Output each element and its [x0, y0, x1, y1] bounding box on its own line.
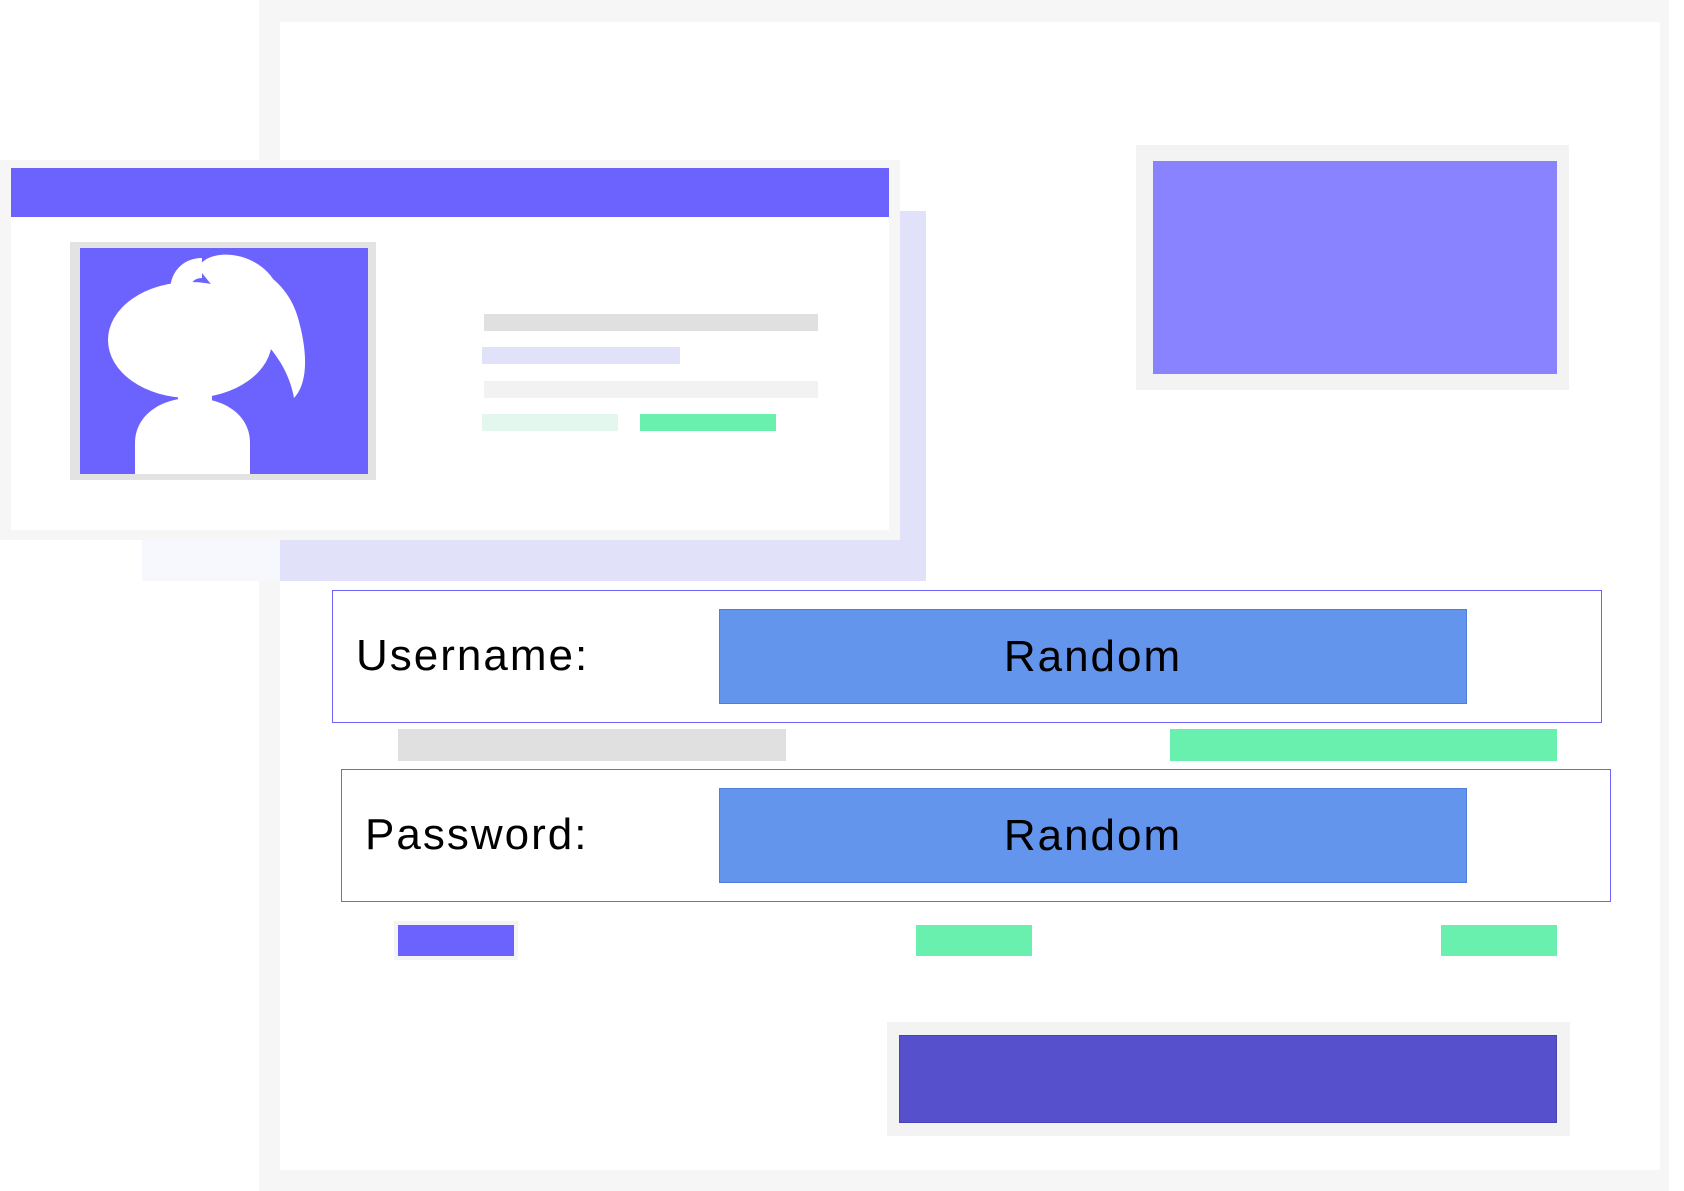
profile-text-line	[484, 314, 818, 331]
link-green-right[interactable]	[1441, 925, 1557, 956]
profile-tag-green	[640, 414, 776, 431]
password-input[interactable]: Random	[719, 788, 1467, 883]
user-avatar-icon	[108, 254, 306, 474]
profile-text-line	[484, 381, 818, 398]
helper-link-bar[interactable]	[1170, 729, 1557, 761]
avatar	[80, 248, 368, 474]
profile-card-header	[11, 168, 889, 217]
profile-text-line-accent	[482, 347, 680, 364]
link-green-middle[interactable]	[916, 925, 1032, 956]
submit-button[interactable]	[899, 1035, 1557, 1123]
image-placeholder	[1153, 161, 1557, 374]
password-label: Password:	[365, 810, 589, 859]
username-input[interactable]: Random	[719, 609, 1467, 704]
helper-text-bar	[398, 729, 786, 761]
link-purple[interactable]	[398, 925, 514, 956]
username-label: Username:	[356, 631, 590, 680]
profile-tag-light	[482, 414, 618, 431]
